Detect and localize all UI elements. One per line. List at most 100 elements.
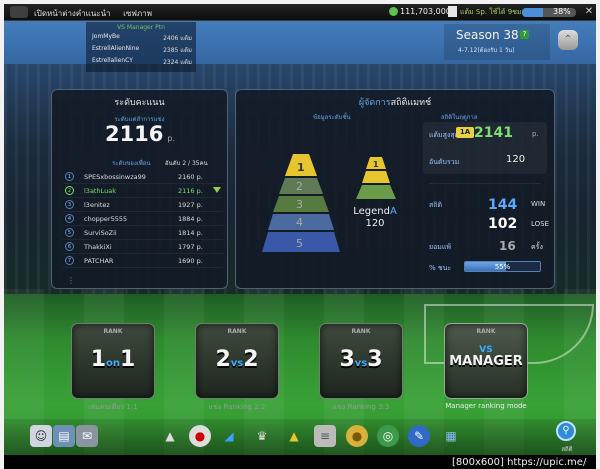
best-label: แต้มสูงสุด <box>429 131 460 139</box>
rank-number: 3 <box>65 200 74 209</box>
cart-icon[interactable]: ▦ <box>440 425 462 447</box>
mail-icon[interactable]: ✉ <box>76 425 98 447</box>
svg-text:1: 1 <box>373 160 379 169</box>
self-marker-icon <box>213 187 221 193</box>
coin-value: 111,703,000 <box>400 7 451 16</box>
rank-name: SPESxbossinwza99 <box>84 173 146 181</box>
rank-position: อันดับ 2 / 35คน <box>165 160 208 167</box>
tier-info-label: ข้อมูลระดับชั้น <box>313 114 351 121</box>
home-button[interactable] <box>10 6 28 18</box>
help-icon[interactable]: ? <box>520 30 529 39</box>
search-icon[interactable]: ⚲ <box>556 421 576 441</box>
ball-icon[interactable]: ● <box>189 425 211 447</box>
win-label: WIN <box>531 200 546 208</box>
guide-label[interactable]: เปิดหน้าต่างคำแนะนำ <box>34 9 111 18</box>
top-title[interactable]: เปิดหน้าต่างคำแนะนำ เซฟภาพ <box>34 7 152 20</box>
score-panel-title: ระดับคะแนน <box>114 98 165 108</box>
tier-grade: A <box>389 206 397 217</box>
club-icon[interactable]: ◎ <box>377 425 399 447</box>
progress-text: 38% <box>553 7 571 16</box>
best-unit: p. <box>532 130 539 138</box>
rank-score: 1927 p. <box>178 201 203 209</box>
rank-tag: RANK <box>103 328 123 335</box>
mode-vs: vs <box>354 358 368 369</box>
list-icon[interactable]: ≡ <box>314 425 336 447</box>
rank-number: 6 <box>65 242 74 251</box>
winrate-text: 55% <box>494 263 511 271</box>
trophy-icon[interactable]: ♛ <box>251 425 273 447</box>
mode-2v2-label: แข่ง Ranking 2:2 <box>208 403 266 411</box>
friend-unit: แต้ม <box>180 47 192 54</box>
rank-score: 2116 p. <box>178 187 203 195</box>
friend-row[interactable]: EstrellAlienNine 2385 แต้ม <box>86 43 196 55</box>
lineup-icon[interactable]: ▲ <box>159 425 181 447</box>
rank-row[interactable]: 7 PATCHAR 1690 p. <box>63 254 223 268</box>
rank-tag: RANK <box>227 328 247 335</box>
winrate-label: % ชนะ <box>429 264 452 272</box>
mode-manager-label: Manager ranking mode <box>445 402 527 410</box>
mode-vs: on <box>106 358 120 369</box>
cards-icon[interactable]: ▤ <box>53 425 75 447</box>
svg-text:1: 1 <box>297 161 305 174</box>
sp-icon <box>448 6 457 17</box>
rank-row[interactable]: 1 SPESxbossinwza99 2160 p. <box>63 170 223 184</box>
screenshot-label[interactable]: เซฟภาพ <box>123 9 152 18</box>
tier-name: LegendA <box>345 206 405 217</box>
mode-1on1-label: เล่นคนเดี่ยว 1:1 <box>88 403 138 411</box>
mode-num-a: 1 <box>90 347 106 372</box>
game-screen: เปิดหน้าต่างคำแนะนำ เซฟภาพ 111,703,000 แ… <box>0 0 600 469</box>
rank-number: 4 <box>65 214 74 223</box>
friend-rank-label: ระดับของเพื่อน <box>112 160 151 167</box>
lose-count: 102 <box>488 216 518 232</box>
friend-row[interactable]: EstrellalienCY 2324 แต้ม <box>86 55 196 67</box>
mode-title: 2vs2 <box>196 347 278 372</box>
my-score-unit: p. <box>167 134 176 143</box>
title-stats: สถิติแมทช์ <box>390 98 432 108</box>
rank-score: 1814 p. <box>178 229 203 237</box>
season-stats: แต้มสูงสุด 1A 2141 p. อันดับรวม 120 สถิต… <box>421 120 549 280</box>
rank-score: 1690 p. <box>178 257 203 265</box>
winrate-bar: 55% <box>464 261 541 272</box>
close-icon[interactable]: ✕ <box>582 6 596 19</box>
score-panel: ระดับคะแนน ระดับแต่ลำการแข่ง 2116 p. ระดั… <box>51 89 228 289</box>
mode-vs: vs <box>230 358 244 369</box>
shop-icon[interactable]: ✎ <box>408 425 430 447</box>
rank-number: 2 <box>65 186 74 195</box>
tier-name-text: Legend <box>353 206 390 217</box>
more-icon[interactable]: ⋮ <box>67 276 75 285</box>
profile-icon[interactable]: ☺ <box>30 425 52 447</box>
rank-row[interactable]: 6 ThakkiXi 1797 p. <box>63 240 223 254</box>
boot-icon[interactable]: ◢ <box>218 425 240 447</box>
rank-name: ThakkiXi <box>84 243 112 251</box>
mode-title: 3vs3 <box>320 347 402 372</box>
current-tier-icon: 1 <box>356 157 396 199</box>
friend-row[interactable]: JomMyBe 2406 แต้ม <box>86 31 196 43</box>
forfeit-label: ยอมแพ้ <box>429 243 452 251</box>
mode-2v2-button[interactable]: RANK 2vs2 <box>195 323 279 399</box>
mode-num-b: 3 <box>367 347 383 372</box>
svg-text:3: 3 <box>296 198 303 211</box>
rank-row[interactable]: 5 SurviSoZii 1814 p. <box>63 226 223 240</box>
rank-score: 1884 p. <box>178 215 203 223</box>
rank-name: l3enitez <box>84 201 110 209</box>
tier-pyramid-icon: 1 2 3 4 5 <box>262 154 340 252</box>
mode-1on1-button[interactable]: RANK 1on1 <box>71 323 155 399</box>
coach-icon[interactable]: ● <box>346 425 368 447</box>
mode-title: MANAGER <box>449 354 523 369</box>
mode-manager-button[interactable]: RANK VS MANAGER <box>444 323 528 399</box>
top-bar: เปิดหน้าต่างคำแนะนำ เซฟภาพ 111,703,000 แ… <box>4 4 596 21</box>
rank-row-self[interactable]: 2 l3athLuak 2116 p. <box>63 184 223 198</box>
rank-row[interactable]: 4 chopper5555 1884 p. <box>63 212 223 226</box>
stats-panel-title: ผู้จัดการสถิติแมทช์ <box>236 90 554 109</box>
tier-score: 120 <box>365 218 385 229</box>
rank-tag: RANK <box>476 328 496 335</box>
rank-row[interactable]: 3 l3enitez 1927 p. <box>63 198 223 212</box>
bottom-toolbar: ☺ ▤ ✉ ▲ ● ◢ ♛ ▲ ≡ ● ◎ ✎ ▦ <box>4 419 596 459</box>
record-label: สถิติ <box>429 201 443 209</box>
overall-rank: 120 <box>506 154 526 165</box>
pyramid-icon[interactable]: ▲ <box>283 425 305 447</box>
friend-name: JomMyBe <box>92 33 120 40</box>
mode-3v3-button[interactable]: RANK 3vs3 <box>319 323 403 399</box>
collapse-button[interactable]: ⌃ <box>558 30 578 50</box>
mode-num-b: 2 <box>243 347 259 372</box>
